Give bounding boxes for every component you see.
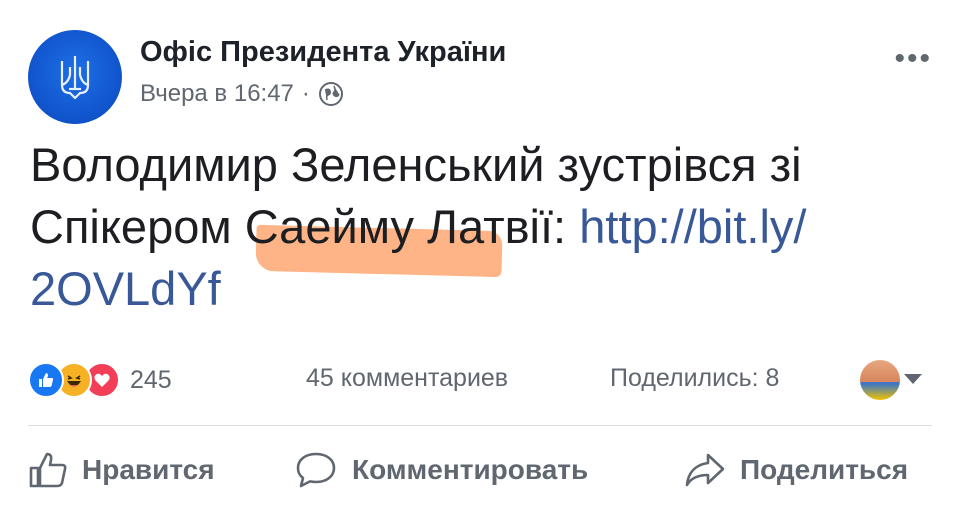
page-name[interactable]: Офіс Президента України — [140, 36, 506, 69]
comment-label: Комментировать — [352, 454, 589, 485]
divider — [28, 425, 932, 426]
like-reaction-icon — [28, 362, 64, 398]
post-text-line1: Володимир Зеленський зустрівся зі — [30, 138, 802, 191]
post-header: Офіс Президента України Вчера в 16:47 · … — [28, 28, 932, 124]
comment-button[interactable]: Комментировать — [294, 450, 588, 490]
like-button[interactable]: Нравится — [28, 450, 215, 490]
reactions-summary[interactable]: 245 — [28, 362, 172, 398]
comments-count[interactable]: 45 комментариев — [306, 364, 508, 393]
thumbs-up-icon — [29, 452, 67, 488]
post-link-part1[interactable]: http://bit.ly/ — [579, 200, 806, 253]
post-stats: 245 45 комментариев Поделились: 8 — [28, 360, 932, 404]
more-icon[interactable]: ••• — [894, 42, 932, 76]
share-button[interactable]: Поделиться — [684, 450, 908, 490]
trident-icon — [60, 56, 90, 100]
post-text: Володимир Зеленський зустрівся зі Спікер… — [30, 134, 930, 320]
post-text-line2: Спікером Саейму Латвії: — [30, 200, 580, 253]
post-link-part2[interactable]: 2OVLdYf — [30, 262, 221, 315]
like-label: Нравится — [82, 454, 215, 485]
globe-icon[interactable] — [318, 81, 344, 107]
timestamp[interactable]: Вчера в 16:47 — [140, 80, 294, 108]
post-meta: Вчера в 16:47 · — [140, 80, 344, 108]
page-avatar[interactable] — [28, 30, 122, 124]
post-actions: Нравится Комментировать Поделиться — [28, 440, 932, 500]
share-label: Поделиться — [740, 454, 909, 485]
share-icon — [685, 453, 725, 487]
comment-icon — [296, 452, 336, 488]
chevron-down-icon[interactable] — [904, 374, 922, 384]
shares-count[interactable]: Поделились: 8 — [610, 364, 779, 393]
viewer-avatar[interactable] — [860, 360, 900, 400]
meta-separator: · — [301, 80, 310, 107]
reactions-count: 245 — [130, 365, 172, 394]
